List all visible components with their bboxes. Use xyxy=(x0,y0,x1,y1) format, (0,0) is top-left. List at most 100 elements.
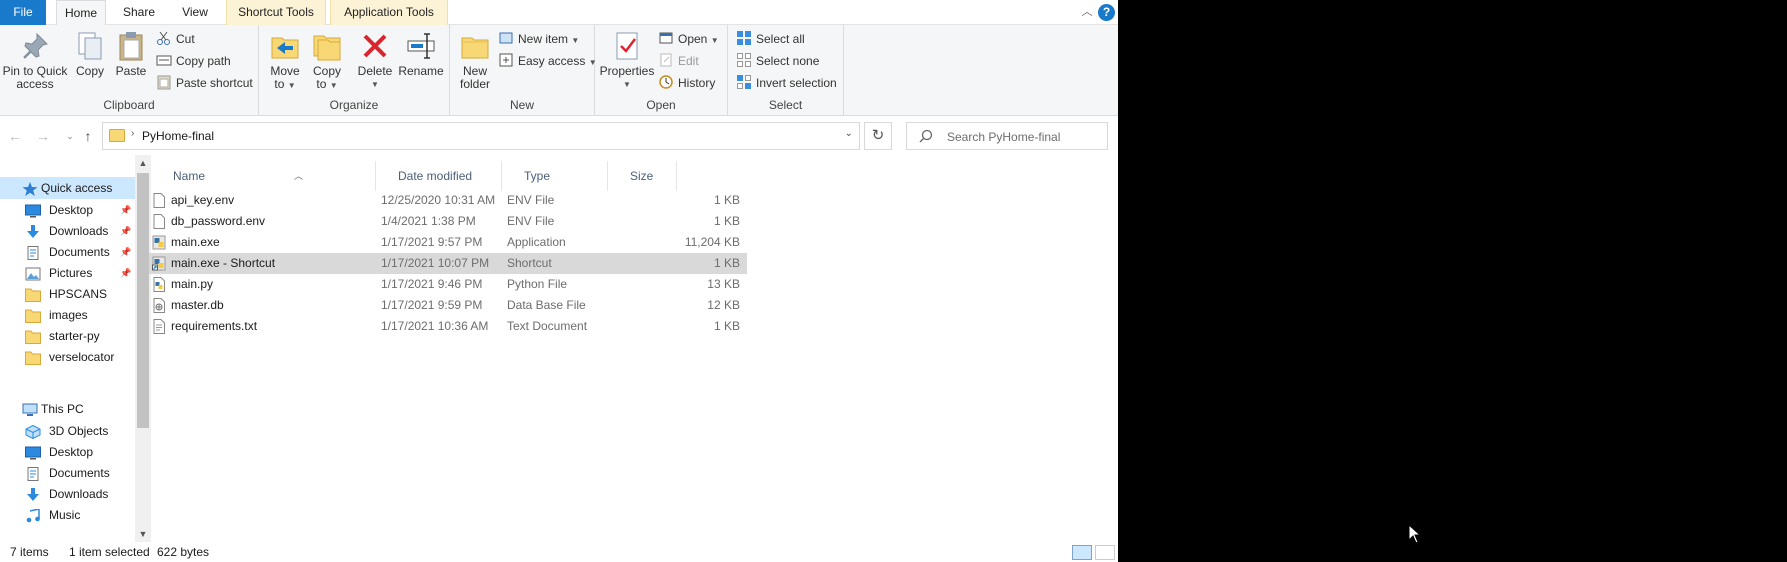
tab-shortcut-tools[interactable]: Shortcut Tools xyxy=(226,0,326,25)
nav-item-pc-desktop[interactable]: Desktop xyxy=(0,441,135,463)
copy-path-button[interactable]: Copy path xyxy=(156,51,231,71)
file-size: 1 KB xyxy=(713,193,740,207)
invert-selection-label: Invert selection xyxy=(756,76,837,90)
refresh-icon[interactable]: ↻ xyxy=(864,122,892,150)
nav-item-documents[interactable]: Documents 📌 xyxy=(0,241,135,263)
help-icon[interactable]: ? xyxy=(1098,4,1115,21)
breadcrumb-chevron-icon[interactable]: › xyxy=(131,128,134,139)
rename-button[interactable]: Rename xyxy=(397,30,445,78)
file-date-modified: 1/17/2021 10:36 AM xyxy=(381,319,489,333)
file-name: main.exe xyxy=(171,235,220,249)
new-folder-button[interactable]: New folder xyxy=(454,30,496,91)
column-header-date-modified[interactable]: Date modified xyxy=(376,161,502,191)
desktop-icon xyxy=(25,203,41,218)
select-all-button[interactable]: Select all xyxy=(736,29,805,49)
history-button[interactable]: History xyxy=(658,73,715,93)
file-row[interactable]: main.exe 1/17/2021 9:57 PM Application 11,2… xyxy=(149,232,747,253)
paste-button[interactable]: Paste xyxy=(112,30,150,78)
address-bar[interactable]: › PyHome-final ⌄ xyxy=(102,122,860,150)
new-folder-label-line2: folder xyxy=(459,77,491,91)
file-row[interactable]: requirements.txt 1/17/2021 10:36 AM Text D… xyxy=(149,316,747,337)
address-row: ← → ⌄ ↑ › PyHome-final ⌄ ↻ Search PyHome… xyxy=(0,117,1118,155)
file-row[interactable]: db_password.env 1/4/2021 1:38 PM ENV File 1… xyxy=(149,211,747,232)
pin-icon xyxy=(19,30,51,62)
column-label: Size xyxy=(630,169,654,183)
tab-application-tools[interactable]: Application Tools xyxy=(330,0,448,25)
invert-selection-button[interactable]: Invert selection xyxy=(736,73,837,93)
search-icon xyxy=(919,129,933,143)
details-view-icon[interactable] xyxy=(1072,545,1092,560)
column-header-name[interactable]: Name ︿ xyxy=(151,161,376,191)
sort-ascending-icon: ︿ xyxy=(294,171,304,181)
back-arrow-icon[interactable]: ← xyxy=(5,126,25,146)
nav-item-pictures[interactable]: Pictures 📌 xyxy=(0,262,135,284)
file-name: main.py xyxy=(171,277,214,291)
file-row[interactable]: main.py 1/17/2021 9:46 PM Python File 13 KB xyxy=(149,274,747,295)
file-type: ENV File xyxy=(507,193,555,207)
large-icons-view-icon[interactable] xyxy=(1095,545,1115,560)
copy-button[interactable]: Copy xyxy=(70,30,110,78)
nav-item-starter-py[interactable]: starter-py xyxy=(0,325,135,347)
file-row[interactable]: main.exe - Shortcut 1/17/2021 10:07 PM Sho… xyxy=(149,253,747,274)
mouse-cursor-icon xyxy=(1408,524,1422,544)
file-row[interactable]: api_key.env 12/25/2020 10:31 AM ENV File 1 … xyxy=(149,190,747,211)
forward-arrow-icon[interactable]: → xyxy=(33,126,53,146)
cut-button[interactable]: Cut xyxy=(156,29,195,49)
up-arrow-icon[interactable]: ↑ xyxy=(78,126,98,146)
dropdown-arrow-icon: ▼ xyxy=(571,36,580,45)
properties-button[interactable]: Properties ▼ xyxy=(598,30,656,91)
nav-label: 3D Objects xyxy=(49,424,109,438)
breadcrumb-path[interactable]: PyHome-final xyxy=(142,129,214,143)
nav-item-hpscans[interactable]: HPSCANS xyxy=(0,283,135,305)
generic-file-icon xyxy=(152,214,166,229)
nav-label: Pictures xyxy=(49,266,93,280)
navigation-pane: Quick access Desktop 📌 Downloads 📌 Documents… xyxy=(0,155,151,542)
nav-item-this-pc[interactable]: This PC xyxy=(0,398,135,420)
star-icon xyxy=(22,181,38,196)
chevron-up-icon[interactable]: ︿ xyxy=(1080,5,1094,19)
edit-button[interactable]: Edit xyxy=(658,51,699,71)
open-button[interactable]: Open ▼ xyxy=(658,29,719,49)
nav-item-pc-downloads[interactable]: Downloads xyxy=(0,483,135,505)
scroll-down-icon[interactable]: ▼ xyxy=(135,526,151,542)
file-date-modified: 1/17/2021 9:46 PM xyxy=(381,277,483,291)
tab-view[interactable]: View xyxy=(172,0,218,25)
tab-file[interactable]: File xyxy=(0,0,46,25)
status-bar: 7 items 1 item selected 622 bytes xyxy=(0,542,1118,562)
scissors-icon xyxy=(156,30,172,46)
search-input[interactable]: Search PyHome-final xyxy=(906,122,1108,150)
new-group: New folder New item ▼ Easy access ▼ New xyxy=(450,25,597,116)
file-size: 1 KB xyxy=(713,319,740,333)
nav-item-verselocator[interactable]: verselocator xyxy=(0,346,135,368)
file-row[interactable]: master.db 1/17/2021 9:59 PM Data Base File… xyxy=(149,295,747,316)
scroll-up-icon[interactable]: ▲ xyxy=(135,155,151,171)
nav-item-desktop[interactable]: Desktop 📌 xyxy=(0,199,135,221)
generic-file-icon xyxy=(152,193,166,208)
nav-item-pc-3d-objects[interactable]: 3D Objects xyxy=(0,420,135,442)
chevron-down-icon[interactable]: ⌄ xyxy=(845,128,853,139)
copy-to-button[interactable]: Copy to ▼ xyxy=(307,30,347,92)
delete-button[interactable]: Delete ▼ xyxy=(355,30,395,91)
file-size: 11,204 KB xyxy=(684,235,740,249)
nav-item-pc-music[interactable]: Music xyxy=(0,504,135,526)
new-item-button[interactable]: New item ▼ xyxy=(498,29,579,49)
tab-share[interactable]: Share xyxy=(115,0,163,25)
recent-locations-dropdown-icon[interactable]: ⌄ xyxy=(60,126,80,146)
nav-item-images[interactable]: images xyxy=(0,304,135,326)
tab-home[interactable]: Home xyxy=(56,0,106,26)
python-app-icon xyxy=(152,235,166,250)
nav-item-pc-documents[interactable]: Documents xyxy=(0,462,135,484)
move-to-button[interactable]: Move to ▼ xyxy=(265,30,305,92)
select-none-button[interactable]: Select none xyxy=(736,51,819,71)
column-header-size[interactable]: Size xyxy=(608,161,677,191)
nav-item-quick-access[interactable]: Quick access xyxy=(0,177,135,199)
move-to-label-line2: to ▼ xyxy=(274,77,296,91)
nav-item-downloads[interactable]: Downloads 📌 xyxy=(0,220,135,242)
pin-to-quick-access-button[interactable]: Pin to Quick access xyxy=(2,30,68,91)
easy-access-button[interactable]: Easy access ▼ xyxy=(498,51,597,71)
paste-shortcut-button[interactable]: Paste shortcut xyxy=(156,73,253,93)
pinned-icon: 📌 xyxy=(120,268,132,278)
text-file-icon xyxy=(152,319,166,334)
scrollbar-thumb[interactable] xyxy=(137,173,149,428)
column-header-type[interactable]: Type xyxy=(502,161,608,191)
